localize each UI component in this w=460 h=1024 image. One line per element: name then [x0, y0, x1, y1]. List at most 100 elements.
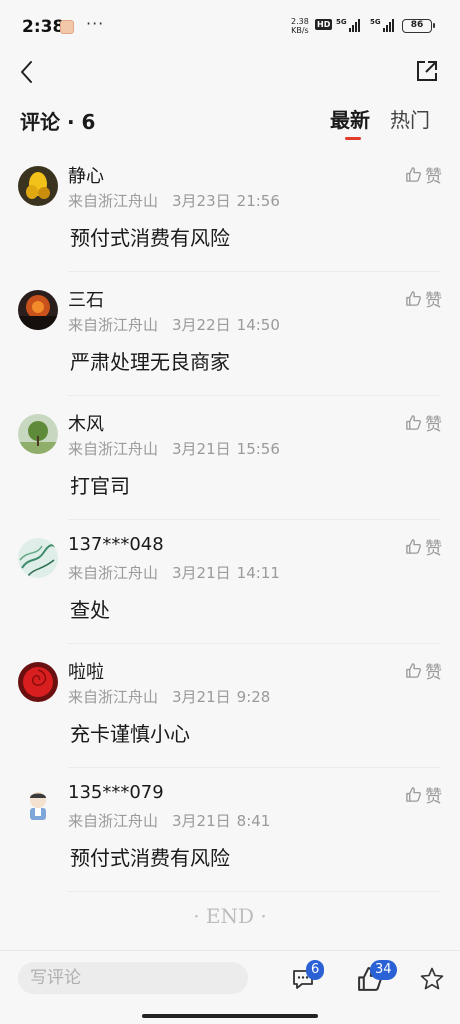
comment-date: 3月23日	[172, 192, 231, 210]
comment-text: 严肃处理无良商家	[70, 350, 230, 374]
comment-item: 啦啦 来自浙江舟山 3月21日 9:28 充卡谨慎小心 赞	[0, 644, 460, 768]
like-article-button[interactable]: 34	[356, 960, 397, 993]
comment-meta: 来自浙江舟山 3月21日 9:28	[68, 686, 270, 707]
comment-date: 3月21日	[172, 564, 231, 582]
comment-meta: 来自浙江舟山 3月21日 8:41	[68, 810, 270, 831]
comment-date: 3月21日	[172, 688, 231, 706]
avatar[interactable]	[18, 662, 58, 702]
like-button[interactable]: 赞	[405, 534, 442, 559]
comment-location: 来自浙江舟山	[68, 440, 159, 458]
network-type-label: 5G	[336, 18, 347, 26]
comment-location: 来自浙江舟山	[68, 316, 159, 334]
comment-location: 来自浙江舟山	[68, 812, 159, 830]
comment-author[interactable]: 137***048	[68, 534, 164, 555]
comment-list: 静心 来自浙江舟山 3月23日 21:56 预付式消费有风险 赞 三石 来自浙江舟山…	[0, 148, 460, 892]
more-notifications-icon: ···	[86, 14, 105, 33]
comment-text: 预付式消费有风险	[70, 226, 230, 250]
bottom-bar: 写评论 6 34	[0, 950, 460, 1024]
comment-time: 14:50	[236, 316, 280, 334]
thumbs-up-icon	[406, 291, 421, 306]
status-time: 2:38	[22, 17, 65, 37]
comment-item: 三石 来自浙江舟山 3月22日 14:50 严肃处理无良商家 赞	[0, 272, 460, 396]
comment-count-badge: 6	[306, 960, 325, 980]
comment-item: 静心 来自浙江舟山 3月23日 21:56 预付式消费有风险 赞	[0, 148, 460, 272]
tab-hot[interactable]: 热门	[390, 104, 430, 133]
comment-time: 8:41	[236, 812, 271, 830]
favorite-button[interactable]	[418, 965, 446, 993]
comments-title: 评论 · 6	[20, 110, 96, 134]
thumbs-up-icon	[406, 663, 421, 678]
comment-author[interactable]: 木风	[68, 410, 104, 436]
comment-date: 3月21日	[172, 812, 231, 830]
star-icon	[420, 967, 444, 990]
signal-strength-icon: 5G	[336, 18, 360, 32]
like-button[interactable]: 赞	[405, 162, 442, 187]
comment-text: 查处	[70, 598, 110, 622]
chevron-left-icon	[21, 61, 32, 83]
top-nav	[0, 52, 460, 92]
back-button[interactable]	[14, 56, 42, 88]
comment-date: 3月22日	[172, 316, 231, 334]
notification-app-icon	[60, 20, 74, 34]
comment-time: 15:56	[236, 440, 280, 458]
like-button[interactable]: 赞	[405, 286, 442, 311]
comment-meta: 来自浙江舟山 3月23日 21:56	[68, 190, 280, 211]
comment-meta: 来自浙江舟山 3月22日 14:50	[68, 314, 280, 335]
comment-author[interactable]: 135***079	[68, 782, 164, 803]
comment-time: 14:11	[236, 564, 280, 582]
network-speed-unit: KB/s	[291, 26, 309, 35]
comment-item: 135***079 来自浙江舟山 3月21日 8:41 预付式消费有风险 赞	[0, 768, 460, 892]
like-button[interactable]: 赞	[405, 410, 442, 435]
avatar[interactable]	[18, 786, 58, 826]
thumbs-up-icon	[406, 415, 421, 430]
avatar[interactable]	[18, 414, 58, 454]
like-label: 赞	[425, 787, 442, 807]
write-comment-input[interactable]: 写评论	[18, 962, 248, 994]
like-label: 赞	[425, 663, 442, 683]
comment-text: 打官司	[70, 474, 130, 498]
thumbs-up-icon	[406, 539, 421, 554]
end-of-list-marker: · END ·	[193, 904, 267, 928]
thumbs-up-icon	[406, 787, 421, 802]
comment-text: 预付式消费有风险	[70, 846, 230, 870]
comment-author[interactable]: 啦啦	[68, 658, 104, 684]
status-bar: 2:38 ··· 2.38 KB/s HD 5G 5G 86	[0, 0, 460, 52]
comment-meta: 来自浙江舟山 3月21日 14:11	[68, 562, 280, 583]
avatar[interactable]	[18, 538, 58, 578]
comment-location: 来自浙江舟山	[68, 564, 159, 582]
active-tab-indicator	[345, 137, 361, 140]
comment-item: 137***048 来自浙江舟山 3月21日 14:11 查处 赞	[0, 520, 460, 644]
thumbs-up-icon	[406, 167, 421, 182]
comments-header: 评论 · 6 最新 热门	[0, 100, 460, 144]
comment-text: 充卡谨慎小心	[70, 722, 190, 746]
comment-location: 来自浙江舟山	[68, 192, 159, 210]
share-icon	[417, 61, 437, 81]
network-speed: 2.38 KB/s	[291, 17, 309, 35]
like-button[interactable]: 赞	[405, 658, 442, 683]
battery-icon: 86	[402, 19, 435, 33]
like-label: 赞	[425, 415, 442, 435]
avatar[interactable]	[18, 166, 58, 206]
network-type-label-2: 5G	[370, 18, 381, 26]
like-count-badge: 34	[370, 960, 397, 980]
comment-date: 3月21日	[172, 440, 231, 458]
avatar[interactable]	[18, 290, 58, 330]
tab-latest[interactable]: 最新	[330, 104, 370, 133]
comment-author[interactable]: 静心	[68, 162, 104, 188]
comments-button[interactable]: 6	[290, 960, 325, 993]
comment-location: 来自浙江舟山	[68, 688, 159, 706]
hd-voice-icon: HD	[315, 19, 333, 30]
comment-time: 9:28	[236, 688, 271, 706]
like-label: 赞	[425, 539, 442, 559]
comment-meta: 来自浙江舟山 3月21日 15:56	[68, 438, 280, 459]
comment-item: 木风 来自浙江舟山 3月21日 15:56 打官司 赞	[0, 396, 460, 520]
home-gesture-bar[interactable]	[142, 1014, 318, 1018]
share-button[interactable]	[414, 58, 440, 84]
like-button[interactable]: 赞	[405, 782, 442, 807]
comment-author[interactable]: 三石	[68, 286, 104, 312]
like-label: 赞	[425, 291, 442, 311]
signal-strength-icon-2: 5G	[370, 18, 394, 32]
like-label: 赞	[425, 167, 442, 187]
network-speed-value: 2.38	[291, 17, 309, 26]
comment-time: 21:56	[236, 192, 280, 210]
